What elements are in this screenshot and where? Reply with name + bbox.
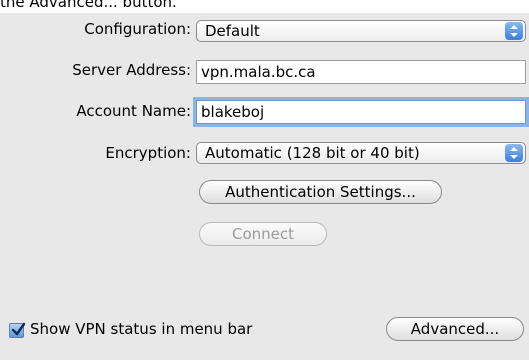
popup-arrows-icon <box>505 144 523 162</box>
server-address-field[interactable]: vpn.mala.bc.ca <box>196 60 526 84</box>
connect-button[interactable]: Connect <box>199 222 327 246</box>
encryption-popup[interactable]: Automatic (128 bit or 40 bit) <box>196 142 526 164</box>
authentication-settings-button[interactable]: Authentication Settings... <box>199 180 442 204</box>
account-name-label: Account Name: <box>76 102 191 120</box>
popup-arrows-icon <box>505 22 523 40</box>
checkmark-icon <box>11 322 26 336</box>
encryption-label: Encryption: <box>105 144 191 162</box>
caption-text: the Advanced... button. <box>0 0 177 11</box>
show-vpn-status-label: Show VPN status in menu bar <box>30 320 253 338</box>
show-vpn-status-checkbox[interactable] <box>9 322 26 338</box>
server-address-label: Server Address: <box>72 61 191 79</box>
encryption-value: Automatic (128 bit or 40 bit) <box>205 144 420 162</box>
account-name-field[interactable]: blakeboj <box>196 100 526 124</box>
configuration-label: Configuration: <box>84 20 191 38</box>
configuration-popup[interactable]: Default <box>196 20 526 42</box>
advanced-button[interactable]: Advanced... <box>386 317 524 341</box>
configuration-value: Default <box>205 22 260 40</box>
